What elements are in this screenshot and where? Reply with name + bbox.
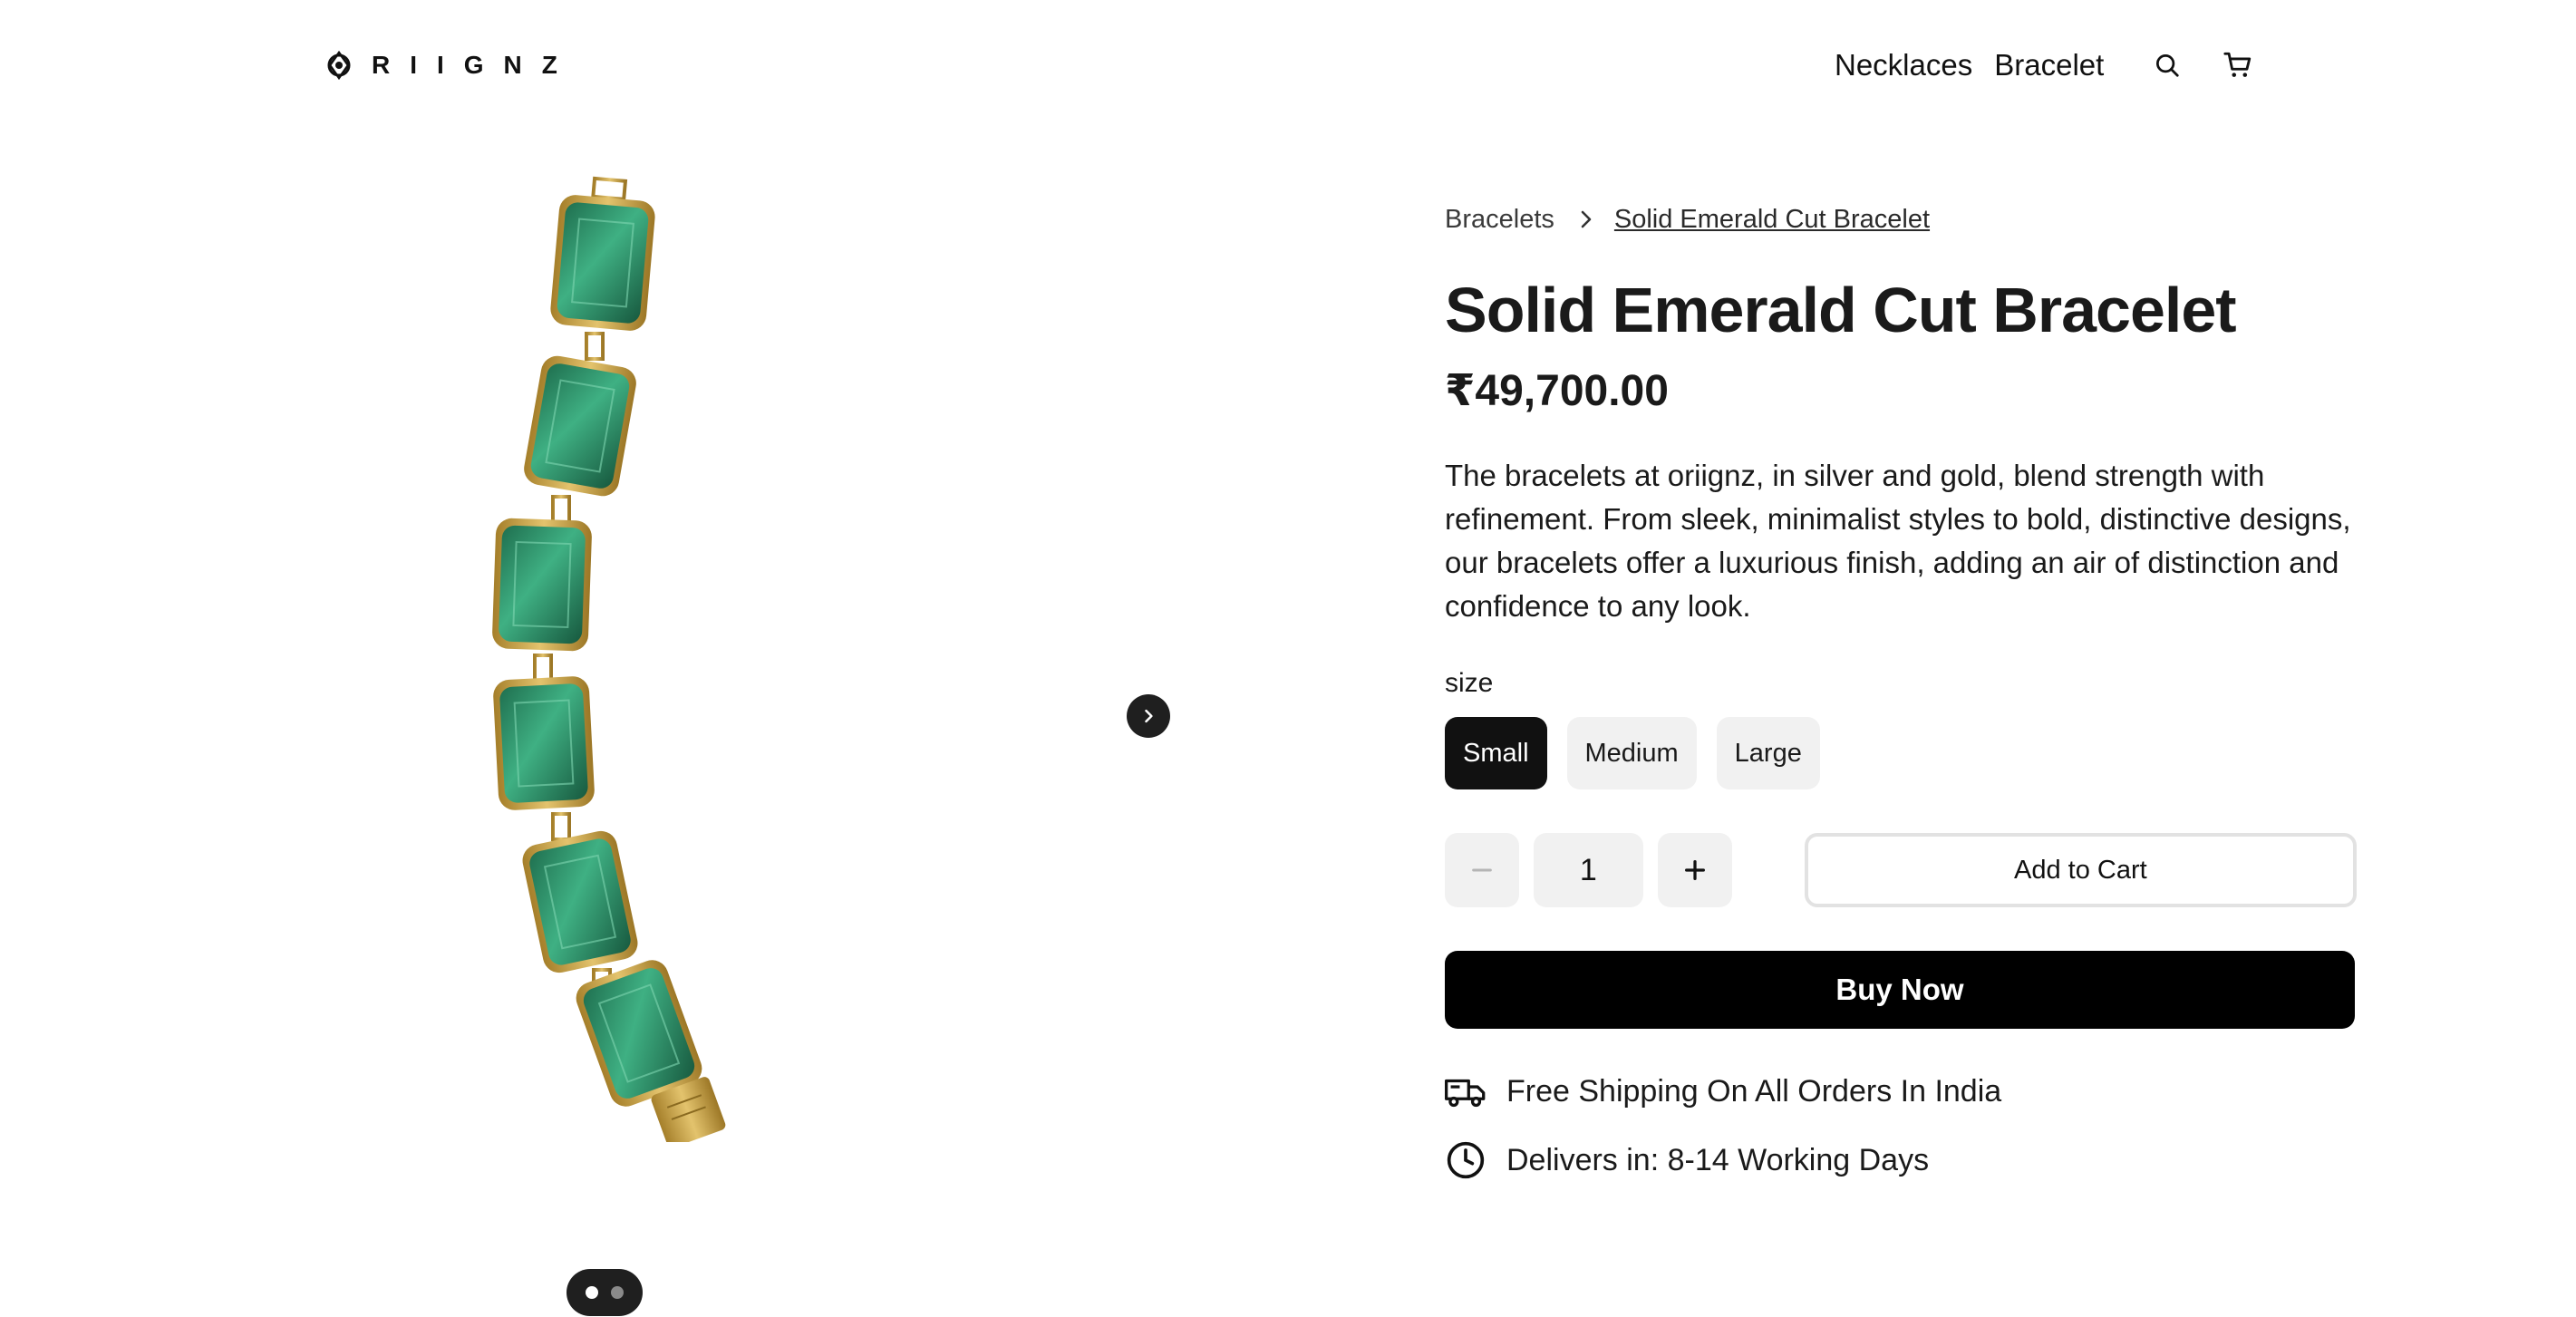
gallery-pagination — [567, 1269, 643, 1316]
logo-mark-icon — [327, 51, 351, 80]
shipping-info: Free Shipping On All Orders In India — [1445, 1070, 2357, 1112]
product-description: The bracelets at oriignz, in silver and … — [1445, 459, 2351, 623]
gallery-next-button[interactable] — [1127, 694, 1170, 738]
plus-icon — [1684, 860, 1705, 880]
gallery-dot-1[interactable] — [586, 1286, 598, 1299]
site-header: RIIGNZ Necklaces Bracelet — [0, 0, 2576, 127]
truck-icon — [1445, 1070, 1487, 1112]
shipping-text: Free Shipping On All Orders In India — [1506, 1073, 2002, 1109]
size-label: size — [1445, 668, 1494, 698]
delivery-info: Delivers in: 8-14 Working Days — [1445, 1139, 2357, 1181]
logo-text: RIIGNZ — [372, 51, 577, 79]
search-icon — [2156, 54, 2179, 77]
cart-button[interactable] — [2218, 45, 2258, 85]
chevron-right-icon — [1578, 209, 1594, 229]
brand-logo[interactable]: RIIGNZ — [324, 49, 577, 82]
product-price: ₹49,700.00 — [1445, 367, 1669, 415]
minus-icon — [1471, 868, 1492, 872]
product-info: Bracelets Solid Emerald Cut Bracelet Sol… — [1445, 199, 2357, 1181]
quantity-row: 1 Add to Cart — [1445, 833, 2357, 907]
quantity-value[interactable]: 1 — [1533, 833, 1644, 907]
product-image — [492, 176, 726, 1142]
nav-link-bracelet[interactable]: Bracelet — [1994, 48, 2104, 82]
size-option-medium[interactable]: Medium — [1566, 717, 1697, 789]
product-gallery — [399, 127, 1215, 1317]
chevron-right-icon — [1145, 709, 1153, 723]
nav-link-necklaces[interactable]: Necklaces — [1835, 48, 1972, 82]
search-button[interactable] — [2147, 45, 2187, 85]
size-options: Small Medium Large — [1445, 717, 2357, 789]
breadcrumb-bracelets[interactable]: Bracelets — [1445, 205, 1554, 235]
size-option-large[interactable]: Large — [1716, 717, 1820, 789]
delivery-text: Delivers in: 8-14 Working Days — [1506, 1142, 1930, 1177]
product-title: Solid Emerald Cut Bracelet — [1445, 275, 2237, 345]
clock-icon — [1445, 1139, 1487, 1181]
add-to-cart-button[interactable]: Add to Cart — [1804, 833, 2357, 907]
breadcrumb-current[interactable]: Solid Emerald Cut Bracelet — [1614, 205, 1930, 235]
cart-icon — [2223, 52, 2252, 77]
main-nav: Necklaces Bracelet — [1835, 45, 2258, 85]
increase-quantity-button[interactable] — [1658, 833, 1732, 907]
breadcrumb: Bracelets Solid Emerald Cut Bracelet — [1445, 199, 2357, 239]
decrease-quantity-button[interactable] — [1445, 833, 1519, 907]
buy-now-button[interactable]: Buy Now — [1445, 951, 2355, 1029]
size-option-small[interactable]: Small — [1445, 717, 1547, 789]
gallery-dot-2[interactable] — [611, 1286, 624, 1299]
